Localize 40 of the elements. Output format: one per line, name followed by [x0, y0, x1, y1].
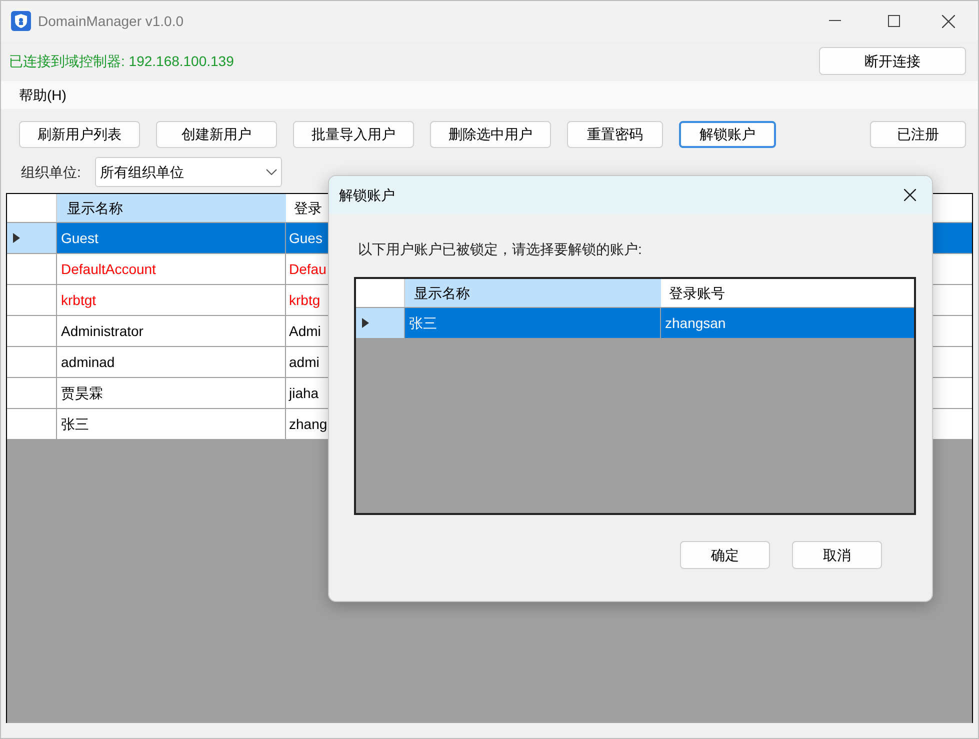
minimize-icon[interactable]: [829, 20, 841, 22]
chevron-down-icon: [266, 169, 277, 175]
dialog-button[interactable]: 确定: [680, 541, 770, 569]
shield-icon: [11, 11, 31, 31]
column-header[interactable]: 登录: [286, 194, 328, 222]
toolbar-button[interactable]: 重置密码: [567, 120, 663, 148]
table-cell: 张三: [57, 409, 286, 439]
table-cell-text: admi: [288, 352, 320, 372]
toolbar-button[interactable]: 创建新用户: [156, 120, 277, 148]
disconnect-button[interactable]: 断开连接: [819, 47, 966, 75]
table-cell-text: zhang: [288, 414, 328, 434]
table-cell-text: zhangsan: [664, 314, 727, 333]
table-cell-text: jiaha: [288, 384, 320, 403]
toolbar-button[interactable]: 批量导入用户: [293, 120, 414, 148]
maximize-icon[interactable]: [888, 15, 900, 27]
table-cell-text: Gues: [288, 228, 324, 248]
menu-item[interactable]: 帮助(H): [19, 84, 66, 106]
row-pointer-icon: [362, 318, 369, 328]
column-header[interactable]: 显示名称: [405, 279, 661, 307]
table-cell-text: Admi: [288, 322, 322, 340]
row-pointer-icon: [13, 233, 20, 243]
close-icon[interactable]: [904, 189, 916, 201]
dialog-button[interactable]: 取消: [792, 541, 882, 569]
table-cell-text: krbtg: [288, 290, 322, 310]
dialog-message: 以下用户账户已被锁定，请选择要解锁的账户:: [358, 240, 643, 259]
window-title: DomainManager v1.0.0: [38, 12, 184, 31]
column-header[interactable]: 登录账号: [661, 279, 914, 307]
table-cell: 张三: [405, 308, 661, 338]
toolbar-button[interactable]: 删除选中用户: [430, 120, 551, 148]
close-icon[interactable]: [942, 14, 955, 28]
dialog-title: 解锁账户: [339, 186, 395, 204]
filter-label: 组织单位:: [21, 162, 81, 182]
column-header[interactable]: 显示名称: [57, 194, 286, 222]
table-row[interactable]: 张三 zhangsan: [356, 307, 914, 338]
connection-status: 已连接到域控制器: 192.168.100.139: [9, 52, 234, 70]
toolbar-button[interactable]: 解锁账户: [679, 120, 776, 148]
table-cell-text: Defau: [288, 260, 328, 278]
registered-button[interactable]: 已注册: [870, 120, 966, 148]
toolbar-button[interactable]: 刷新用户列表: [19, 120, 140, 148]
org-unit-dropdown[interactable]: 所有组织单位: [94, 157, 282, 187]
